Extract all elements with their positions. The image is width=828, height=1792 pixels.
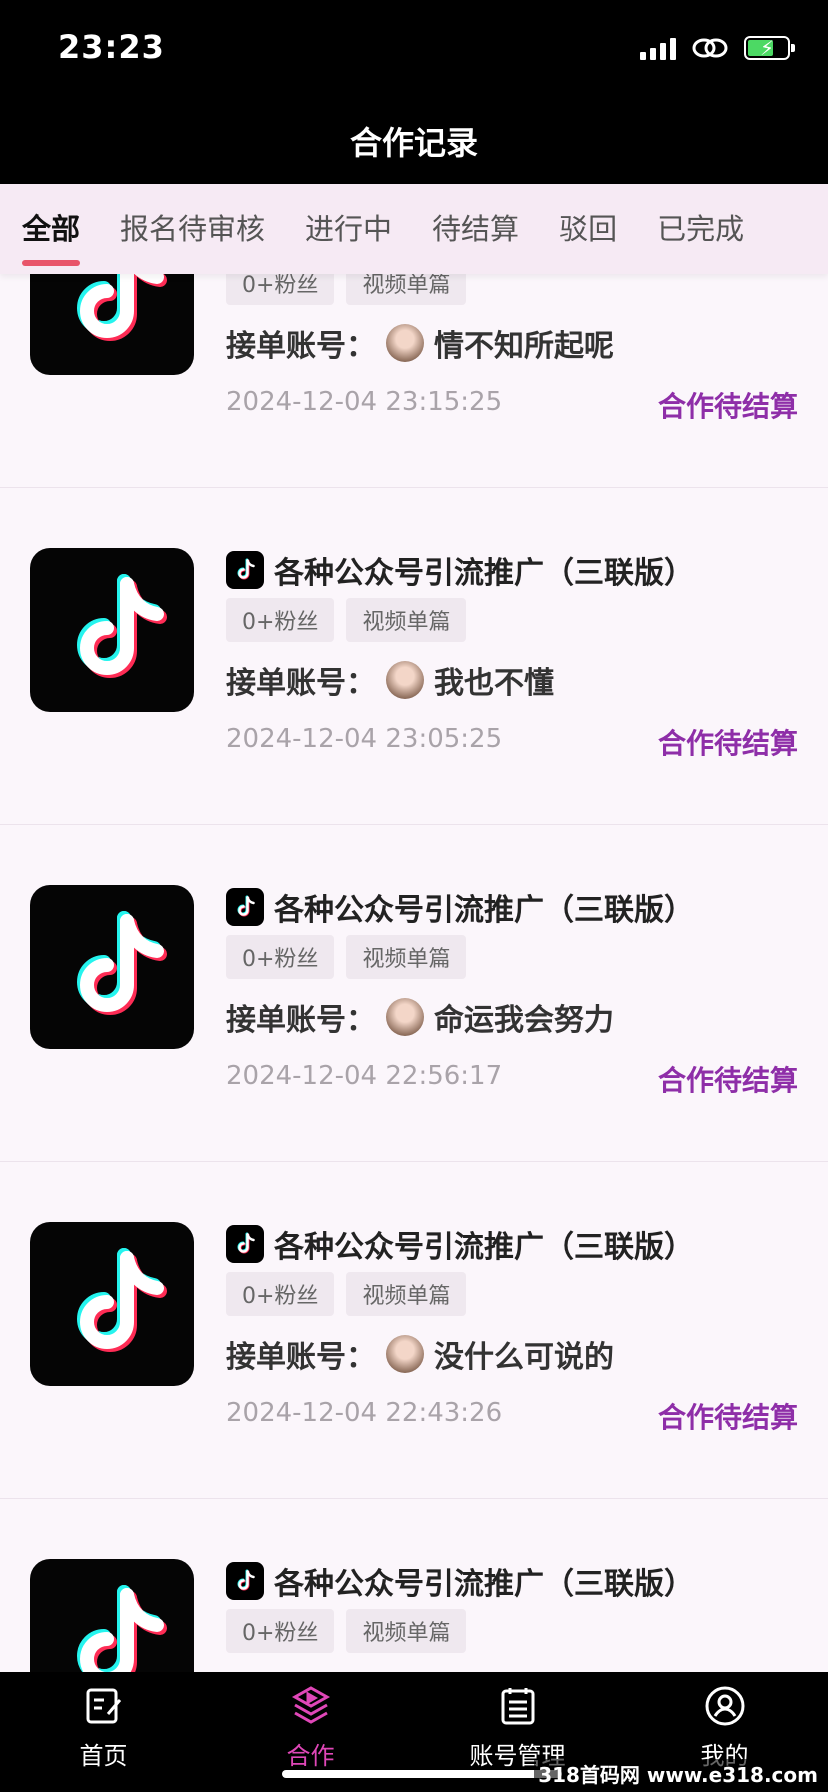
record-title-row: 各种公众号引流推广（三联版） xyxy=(226,1559,694,1603)
tiktok-thumbnail xyxy=(30,274,194,375)
record-title: 各种公众号引流推广（三联版） xyxy=(274,893,694,928)
account-name: 没什么可说的 xyxy=(434,1340,614,1375)
record-date: 2024-12-04 23:15:25 xyxy=(226,387,503,417)
record-title-row: 各种公众号引流推广（三联版） xyxy=(226,548,694,592)
filter-tabs: 全部 报名待审核 进行中 待结算 驳回 已完成 xyxy=(0,184,828,274)
account-name: 情不知所起呢 xyxy=(434,329,614,364)
tiktok-icon xyxy=(226,1562,264,1600)
account-label: 接单账号： xyxy=(226,329,376,364)
tiktok-icon xyxy=(226,888,264,926)
tag-video-type: 视频单篇 xyxy=(346,1609,467,1653)
tiktok-thumbnail xyxy=(30,1222,194,1386)
record-list[interactable]: 各种公众号引流推广（三联版） 0+粉丝 视频单篇 接单账号： 情不知所起呢 20… xyxy=(0,274,828,1672)
edit-icon xyxy=(86,1688,121,1724)
nav-home[interactable]: 首页 xyxy=(0,1672,207,1792)
status-icons: ⚡ xyxy=(640,36,795,60)
record-card[interactable]: 各种公众号引流推广（三联版） 0+粉丝 视频单篇 接单账号： 命运我会努力 20… xyxy=(0,825,828,1162)
account-label: 接单账号： xyxy=(226,1003,376,1038)
tag-fans: 0+粉丝 xyxy=(226,1272,335,1316)
tab-in-progress[interactable]: 进行中 xyxy=(285,184,412,274)
record-tags: 0+粉丝 视频单篇 xyxy=(226,598,467,642)
profile-icon xyxy=(705,1686,744,1726)
record-title: 各种公众号引流推广（三联版） xyxy=(274,556,694,591)
record-card[interactable]: 各种公众号引流推广（三联版） 0+粉丝 视频单篇 接单账号： 情不知所起呢 20… xyxy=(0,274,828,488)
signal-icon xyxy=(640,36,676,60)
tag-fans: 0+粉丝 xyxy=(226,935,335,979)
record-tags: 0+粉丝 视频单篇 xyxy=(226,1609,467,1653)
avatar xyxy=(386,661,424,699)
cooperation-icon xyxy=(291,1686,330,1724)
account-name: 我也不懂 xyxy=(434,666,554,701)
tiktok-thumbnail xyxy=(30,885,194,1049)
tab-all[interactable]: 全部 xyxy=(0,184,100,274)
record-tags: 0+粉丝 视频单篇 xyxy=(226,1272,467,1316)
bottom-nav: 首页 合作 账号管理 我的 318首码网 www.e318.com xyxy=(0,1672,828,1792)
record-card[interactable]: 各种公众号引流推广（三联版） 0+粉丝 视频单篇 接单账号： 我也不懂 2024… xyxy=(0,488,828,825)
record-date: 2024-12-04 22:43:26 xyxy=(226,1398,503,1428)
record-status: 合作待结算 xyxy=(657,1401,798,1434)
tag-fans: 0+粉丝 xyxy=(226,1609,335,1653)
record-tags: 0+粉丝 视频单篇 xyxy=(226,935,467,979)
record-title-row: 各种公众号引流推广（三联版） xyxy=(226,1222,694,1266)
tiktok-icon xyxy=(226,551,264,589)
tag-fans: 0+粉丝 xyxy=(226,274,335,305)
tiktok-thumbnail xyxy=(30,1559,194,1672)
account-name: 命运我会努力 xyxy=(434,1003,614,1038)
tag-video-type: 视频单篇 xyxy=(346,935,467,979)
tiktok-thumbnail xyxy=(30,548,194,712)
tag-fans: 0+粉丝 xyxy=(226,598,335,642)
tab-pending-settlement[interactable]: 待结算 xyxy=(412,184,539,274)
nav-home-label: 首页 xyxy=(79,1742,128,1770)
record-date: 2024-12-04 22:56:17 xyxy=(226,1061,503,1091)
account-row: 接单账号： 命运我会努力 xyxy=(226,995,614,1039)
account-row: 接单账号： 情不知所起呢 xyxy=(226,321,614,365)
account-row: 接单账号： 我也不懂 xyxy=(226,658,554,702)
watermark: 318首码网 www.e318.com xyxy=(534,1759,822,1788)
record-status: 合作待结算 xyxy=(657,727,798,760)
record-card[interactable]: 各种公众号引流推广（三联版） 0+粉丝 视频单篇 接单账号： 不知所措 xyxy=(0,1499,828,1672)
tag-video-type: 视频单篇 xyxy=(346,598,467,642)
battery-icon: ⚡ xyxy=(744,36,795,60)
status-time: 23:23 xyxy=(58,28,165,66)
tab-rejected[interactable]: 驳回 xyxy=(539,184,637,274)
record-card[interactable]: 各种公众号引流推广（三联版） 0+粉丝 视频单篇 接单账号： 没什么可说的 20… xyxy=(0,1162,828,1499)
page-title: 合作记录 xyxy=(349,124,478,162)
account-row: 接单账号： 没什么可说的 xyxy=(226,1332,614,1376)
nav-cooperation-label: 合作 xyxy=(286,1742,335,1770)
record-status: 合作待结算 xyxy=(657,390,798,423)
record-tags: 0+粉丝 视频单篇 xyxy=(226,274,467,305)
record-status: 合作待结算 xyxy=(657,1064,798,1097)
avatar xyxy=(386,324,424,362)
record-date: 2024-12-04 23:05:25 xyxy=(226,724,503,754)
home-indicator xyxy=(282,1770,562,1778)
link-icon xyxy=(692,38,728,58)
tiktok-icon xyxy=(226,1225,264,1263)
tag-video-type: 视频单篇 xyxy=(346,274,467,305)
clipboard-icon xyxy=(501,1688,534,1725)
record-title: 各种公众号引流推广（三联版） xyxy=(274,1567,694,1602)
account-label: 接单账号： xyxy=(226,666,376,701)
tab-pending-review[interactable]: 报名待审核 xyxy=(100,184,285,274)
tag-video-type: 视频单篇 xyxy=(346,1272,467,1316)
record-title-row: 各种公众号引流推广（三联版） xyxy=(226,885,694,929)
record-title: 各种公众号引流推广（三联版） xyxy=(274,1230,694,1265)
top-bar: 23:23 ⚡ 合作记录 xyxy=(0,0,828,184)
avatar xyxy=(386,998,424,1036)
tab-completed[interactable]: 已完成 xyxy=(637,184,764,274)
avatar xyxy=(386,1335,424,1373)
account-label: 接单账号： xyxy=(226,1340,376,1375)
